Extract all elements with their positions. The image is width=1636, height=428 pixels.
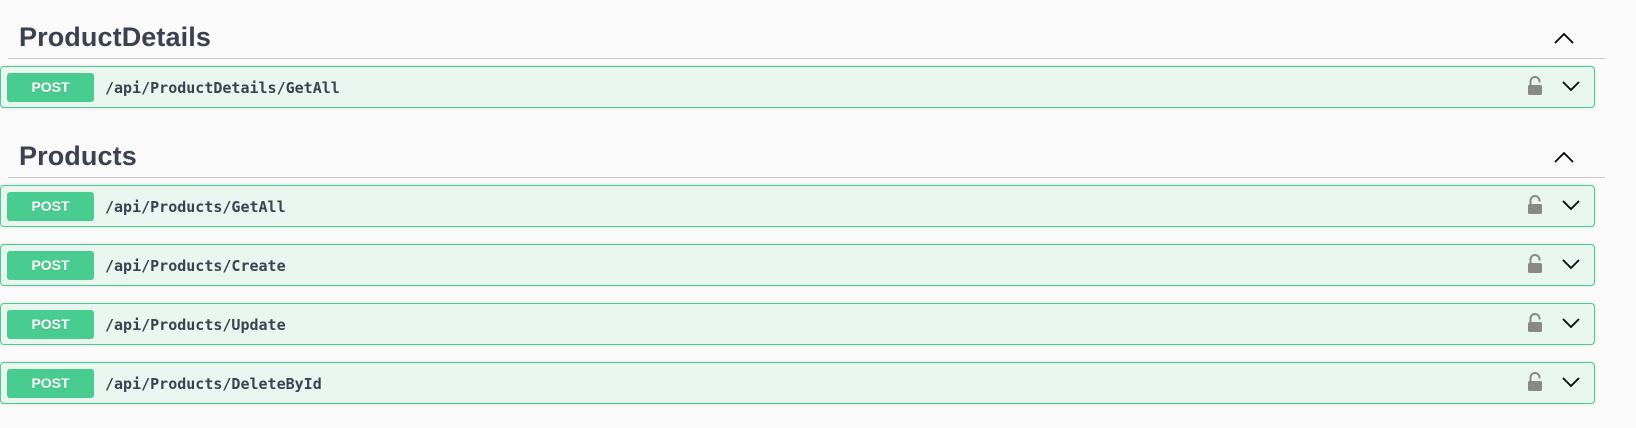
- tag-header[interactable]: ProductDetails: [8, 6, 1605, 59]
- chevron-down-icon[interactable]: [1560, 77, 1582, 95]
- lock-icon[interactable]: [1526, 194, 1544, 216]
- chevron-up-icon[interactable]: [1549, 145, 1579, 169]
- operation-path: /api/Products/Update: [105, 316, 286, 334]
- operation-post-products-update[interactable]: POST /api/Products/Update: [0, 303, 1595, 345]
- lock-icon[interactable]: [1526, 312, 1544, 334]
- tag-title: ProductDetails: [19, 22, 211, 52]
- operation-post-productdetails-getall[interactable]: POST /api/ProductDetails/GetAll: [0, 66, 1595, 108]
- tag-section-productdetails: ProductDetails: [8, 6, 1605, 59]
- operation-path: /api/Products/Create: [105, 257, 286, 275]
- operation-post-products-create[interactable]: POST /api/Products/Create: [0, 244, 1595, 286]
- chevron-down-icon[interactable]: [1560, 196, 1582, 214]
- chevron-down-icon[interactable]: [1560, 255, 1582, 273]
- chevron-down-icon[interactable]: [1560, 373, 1582, 391]
- method-badge: POST: [7, 310, 94, 339]
- tag-title: Products: [19, 141, 137, 171]
- operation-post-products-getall[interactable]: POST /api/Products/GetAll: [0, 185, 1595, 227]
- operation-path: /api/Products/DeleteById: [105, 375, 322, 393]
- operation-post-products-deletebyid[interactable]: POST /api/Products/DeleteById: [0, 362, 1595, 404]
- method-badge: POST: [7, 73, 94, 102]
- lock-icon[interactable]: [1526, 371, 1544, 393]
- lock-icon[interactable]: [1526, 75, 1544, 97]
- tag-section-products: Products: [8, 125, 1605, 178]
- chevron-down-icon[interactable]: [1560, 314, 1582, 332]
- method-badge: POST: [7, 369, 94, 398]
- operation-path: /api/ProductDetails/GetAll: [105, 79, 340, 97]
- lock-icon[interactable]: [1526, 253, 1544, 275]
- method-badge: POST: [7, 251, 94, 280]
- tag-header[interactable]: Products: [8, 125, 1605, 178]
- chevron-up-icon[interactable]: [1549, 26, 1579, 50]
- method-badge: POST: [7, 192, 94, 221]
- operation-path: /api/Products/GetAll: [105, 198, 286, 216]
